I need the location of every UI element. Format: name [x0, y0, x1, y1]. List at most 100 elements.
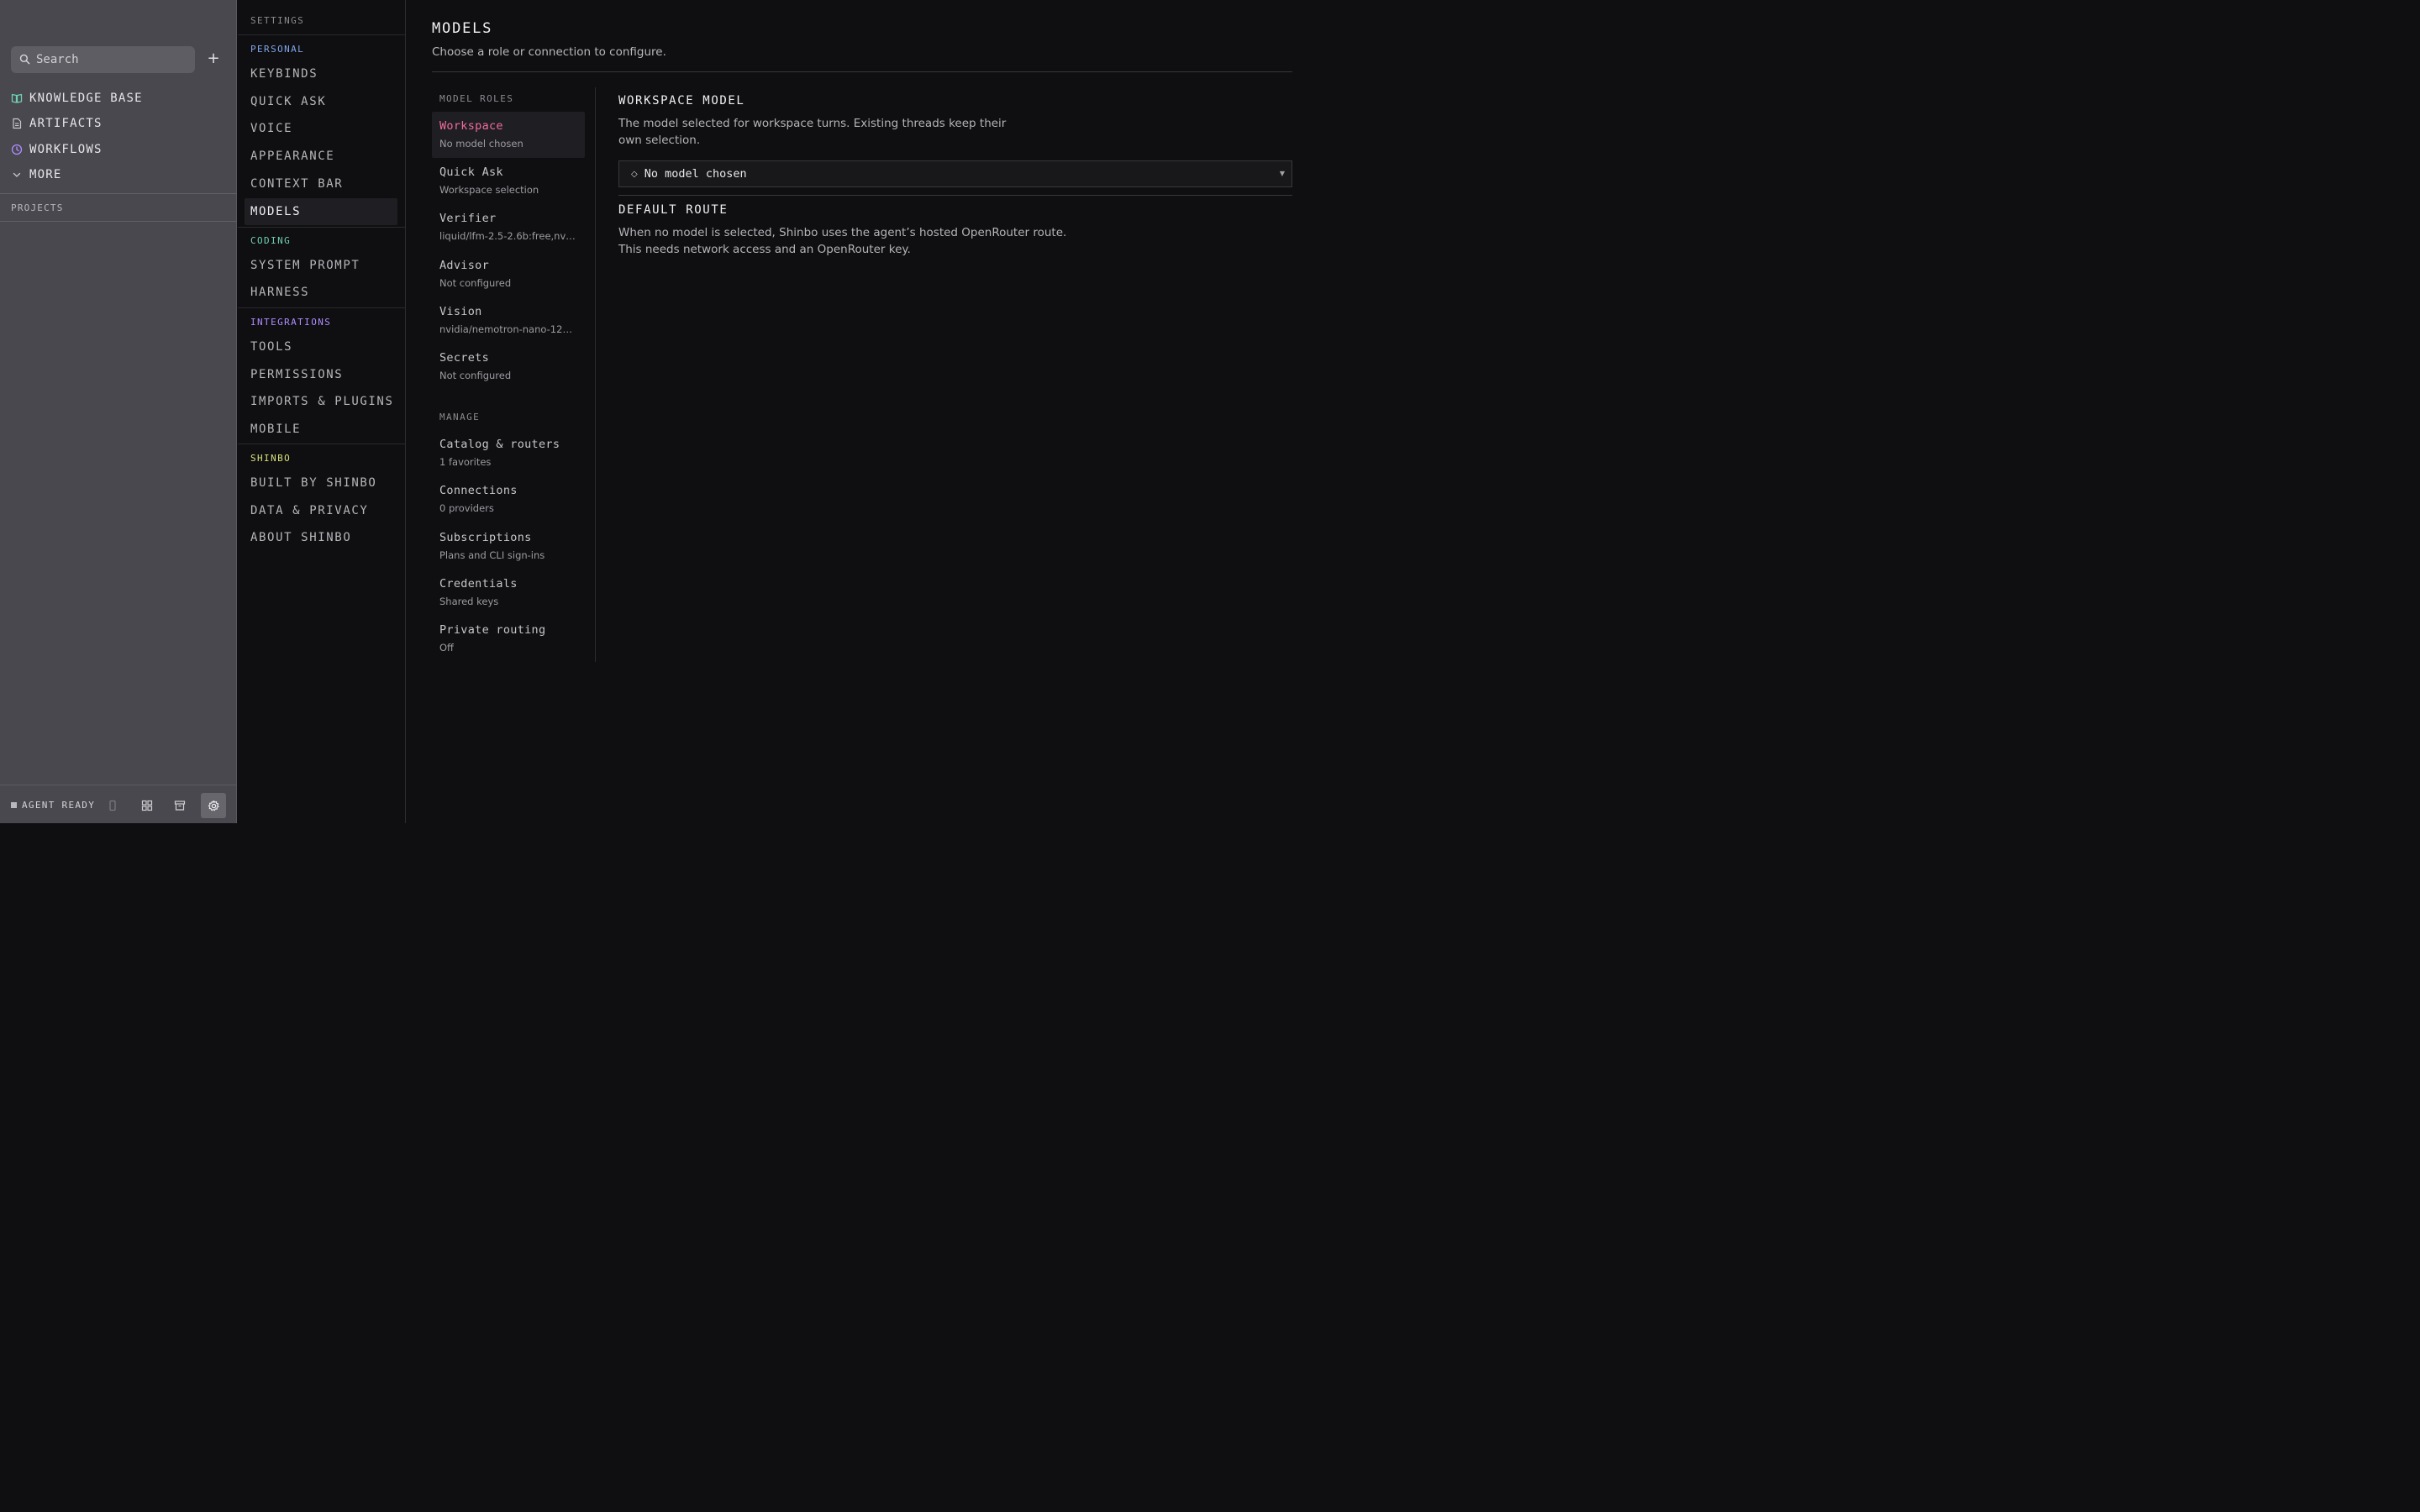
manage-credentials[interactable]: Credentials Shared keys	[432, 570, 585, 616]
section-coding: CODING	[250, 235, 292, 246]
sidebar: Search + KNOWLEDGE BASE ARTIFACTS WORKFL…	[0, 0, 237, 823]
settings-item-keybinds[interactable]: KEYBINDS	[245, 60, 397, 87]
role-workspace[interactable]: Workspace No model chosen	[432, 112, 585, 158]
page-title: MODELS	[432, 20, 493, 37]
archive-icon[interactable]	[167, 793, 192, 818]
manage-name: Catalog & routers	[439, 438, 560, 451]
gear-icon[interactable]	[201, 793, 226, 818]
default-route-line-2: This needs network access and an OpenRou…	[618, 243, 911, 256]
divider	[618, 195, 1292, 196]
role-desc: Not configured	[439, 370, 512, 381]
settings-item-voice[interactable]: VOICE	[245, 115, 397, 142]
status-indicator	[11, 802, 17, 808]
role-advisor[interactable]: Advisor Not configured	[432, 251, 585, 297]
role-name: Vision	[439, 305, 482, 318]
diamond-icon: ◇	[631, 169, 638, 179]
page-subtitle: Choose a role or connection to configure…	[432, 45, 666, 59]
workspace-model-heading: WORKSPACE MODEL	[618, 94, 745, 108]
caret-down-icon: ▼	[1279, 170, 1285, 177]
settings-item-system-prompt[interactable]: SYSTEM PROMPT	[245, 252, 397, 279]
manage-desc: Off	[439, 642, 454, 654]
nav-label: KNOWLEDGE BASE	[29, 92, 143, 105]
clock-icon	[11, 144, 23, 155]
search-icon	[19, 52, 30, 68]
document-icon	[11, 118, 23, 129]
manage-heading: MANAGE	[439, 412, 481, 423]
default-route-heading: DEFAULT ROUTE	[618, 203, 729, 217]
manage-private-routing[interactable]: Private routing Off	[432, 616, 585, 662]
role-desc: No model chosen	[439, 138, 523, 150]
nav-artifacts[interactable]: ARTIFACTS	[11, 114, 103, 133]
manage-desc: 0 providers	[439, 502, 494, 514]
settings-item-data-privacy[interactable]: DATA & PRIVACY	[245, 497, 397, 524]
settings-item-about-shinbo[interactable]: ABOUT SHINBO	[245, 524, 397, 551]
manage-subscriptions[interactable]: Subscriptions Plans and CLI sign-ins	[432, 523, 585, 570]
settings-item-permissions[interactable]: PERMISSIONS	[245, 361, 397, 388]
role-name: Advisor	[439, 259, 489, 272]
divider	[432, 71, 1292, 72]
model-roles-heading: MODEL ROLES	[439, 93, 514, 104]
role-name: Secrets	[439, 351, 489, 365]
manage-name: Private routing	[439, 623, 546, 637]
nav-label: WORKFLOWS	[29, 143, 103, 156]
settings-item-quick-ask[interactable]: QUICK ASK	[245, 88, 397, 115]
manage-desc: 1 favorites	[439, 456, 492, 468]
status-bar: AGENT READY	[0, 785, 237, 823]
section-integrations: INTEGRATIONS	[250, 317, 332, 328]
agent-status-text: AGENT READY	[22, 800, 96, 811]
role-name: Workspace	[439, 119, 503, 133]
column-divider	[595, 87, 596, 662]
agent-status: AGENT READY	[11, 800, 95, 811]
settings-nav: SETTINGS PERSONAL KEYBINDS QUICK ASK VOI…	[238, 0, 406, 823]
settings-item-harness[interactable]: HARNESS	[245, 279, 397, 306]
divider	[238, 227, 406, 228]
settings-item-tools[interactable]: TOOLS	[245, 333, 397, 360]
search-placeholder: Search	[36, 53, 79, 66]
role-name: Verifier	[439, 212, 497, 225]
projects-heading: PROJECTS	[11, 202, 64, 213]
manage-connections[interactable]: Connections 0 providers	[432, 476, 585, 522]
role-secrets[interactable]: Secrets Not configured	[432, 344, 585, 390]
grid-icon[interactable]	[134, 793, 160, 818]
nav-label: MORE	[29, 168, 62, 181]
manage-desc: Shared keys	[439, 596, 499, 607]
divider	[0, 221, 237, 222]
role-verifier[interactable]: Verifier liquid/lfm-2.5-2.6b:free,nvidi.…	[432, 204, 585, 250]
role-name: Quick Ask	[439, 165, 503, 179]
manage-name: Connections	[439, 484, 518, 497]
settings-item-appearance[interactable]: APPEARANCE	[245, 143, 397, 170]
divider	[238, 34, 406, 35]
manage-desc: Plans and CLI sign-ins	[439, 549, 545, 561]
role-desc: Workspace selection	[439, 184, 539, 196]
divider	[0, 193, 237, 194]
manage-catalog-routers[interactable]: Catalog & routers 1 favorites	[432, 430, 585, 476]
settings-item-context-bar[interactable]: CONTEXT BAR	[245, 171, 397, 197]
book-icon	[11, 92, 23, 104]
workspace-model-description: The model selected for workspace turns. …	[618, 117, 1007, 147]
divider	[238, 307, 406, 308]
default-route-line-1: When no model is selected, Shinbo uses t…	[618, 226, 1067, 239]
section-shinbo: SHINBO	[250, 453, 292, 464]
nav-knowledge-base[interactable]: KNOWLEDGE BASE	[11, 89, 143, 108]
settings-item-built-by-shinbo[interactable]: BUILT BY SHINBO	[245, 470, 397, 496]
section-personal: PERSONAL	[250, 44, 305, 55]
settings-item-imports-plugins[interactable]: IMPORTS & PLUGINS	[245, 388, 397, 415]
add-button[interactable]: +	[204, 50, 223, 68]
chevron-down-icon	[11, 169, 23, 181]
mobile-icon[interactable]	[100, 793, 125, 818]
nav-workflows[interactable]: WORKFLOWS	[11, 140, 103, 159]
role-vision[interactable]: Vision nvidia/nemotron-nano-12b-v...	[432, 297, 585, 344]
role-quick-ask[interactable]: Quick Ask Workspace selection	[432, 158, 585, 204]
manage-name: Subscriptions	[439, 531, 532, 544]
nav-more[interactable]: MORE	[11, 165, 62, 184]
settings-title: SETTINGS	[250, 15, 305, 26]
role-desc: Not configured	[439, 277, 512, 289]
model-select-value: No model chosen	[644, 167, 747, 181]
models-page: MODELS Choose a role or connection to co…	[407, 0, 1318, 823]
settings-item-models[interactable]: MODELS	[245, 198, 397, 225]
role-desc: nvidia/nemotron-nano-12b-v...	[439, 323, 577, 335]
search-input[interactable]: Search	[11, 46, 195, 73]
role-desc: liquid/lfm-2.5-2.6b:free,nvidi...	[439, 230, 577, 242]
settings-item-mobile[interactable]: MOBILE	[245, 416, 397, 443]
model-select[interactable]: ◇ No model chosen ▼	[618, 160, 1292, 187]
